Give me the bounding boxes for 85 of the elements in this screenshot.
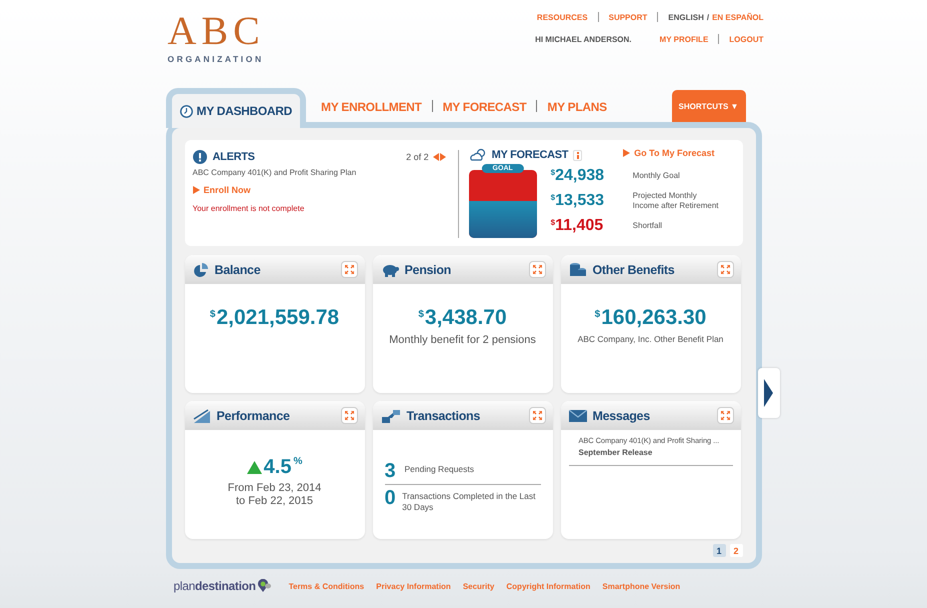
right-arrow-icon	[440, 153, 446, 161]
performance-value: 4.5	[264, 456, 292, 479]
page-counter: 2 of 2	[406, 152, 429, 162]
expand-icon	[532, 265, 542, 274]
nav-tab[interactable]: MY FORECAST	[442, 100, 526, 122]
header-link[interactable]: LOGOUT	[729, 34, 764, 44]
shortcuts-button[interactable]: SHORTCUTS ▼	[672, 90, 746, 122]
footer-link[interactable]: Terms & Conditions	[288, 582, 364, 590]
expand-icon	[344, 265, 354, 274]
amount-value: $160,263.30	[594, 306, 706, 330]
user-greeting: HI MICHAEL ANDERSON.	[535, 34, 632, 44]
expand-icon	[532, 411, 542, 420]
count-value: 0	[384, 488, 396, 508]
card-title: Other Benefits	[592, 262, 676, 276]
info-icon	[576, 152, 579, 158]
expand-button[interactable]	[716, 261, 734, 278]
card-title: Pension	[404, 262, 452, 276]
amount-note: ABC Company, Inc. Other Benefit Plan	[578, 334, 724, 344]
previous-button[interactable]	[432, 153, 439, 161]
footer-link[interactable]: Copyright Information	[506, 582, 590, 590]
warning-message: Your enrollment is not complete	[192, 204, 306, 213]
forecast-label: Shortfall	[632, 220, 664, 230]
nav-tab[interactable]: MY PLANS	[547, 100, 607, 122]
card-title: Performance	[216, 408, 291, 422]
forecast-amount: $24,938	[550, 166, 606, 184]
section-title: MY FORECAST	[492, 149, 568, 161]
expand-button[interactable]	[528, 261, 546, 278]
forecast-amount: $13,533	[550, 192, 606, 210]
slash-separator: /	[706, 12, 710, 22]
forecast-label: Monthly Goal	[632, 170, 681, 180]
forecast-link[interactable]: Go To My Forecast	[634, 148, 714, 158]
header-link[interactable]: MY PROFILE	[660, 34, 708, 44]
percent-sign: %	[293, 456, 302, 467]
info-button[interactable]	[573, 150, 582, 160]
page-button[interactable]: 1	[712, 544, 726, 557]
enroll-link[interactable]: Enroll Now	[204, 185, 250, 195]
count-value: 3	[384, 461, 397, 481]
count-label: Transactions Completed in the Last 30 Days	[402, 491, 537, 514]
amount-note: Monthly benefit for 2 pensions	[389, 334, 536, 346]
forecast-label: Projected Monthly Income after Retirement	[632, 190, 720, 210]
play-arrow-icon	[192, 186, 200, 194]
expand-button[interactable]	[340, 407, 358, 424]
clock-icon	[180, 104, 192, 118]
page-button[interactable]: 2	[730, 544, 742, 557]
language-link[interactable]: ENGLISH	[668, 12, 704, 22]
header-link[interactable]: RESOURCES	[536, 12, 588, 22]
language-link[interactable]: EN ESPAÑOL	[712, 12, 764, 22]
expand-icon	[720, 411, 730, 420]
section-title: ALERTS	[212, 151, 255, 163]
footer-link[interactable]: Smartphone Version	[602, 582, 680, 590]
plan-name: ABC Company 401(K) and Profit Sharing Plan	[192, 168, 358, 177]
footer-link[interactable]: Privacy Information	[376, 582, 451, 590]
footer-logo-text: plandestination	[174, 579, 256, 593]
expand-icon	[344, 411, 354, 420]
map-pin-icon	[256, 579, 271, 593]
expand-button[interactable]	[528, 407, 546, 424]
piggy-bank-icon	[380, 262, 398, 276]
pie-chart-icon	[192, 262, 208, 278]
left-arrow-icon	[432, 153, 439, 161]
logo-text: ABC	[168, 12, 265, 50]
footer-link[interactable]: Security	[462, 582, 494, 590]
next-button[interactable]	[440, 153, 446, 161]
card-title: Messages	[592, 408, 651, 422]
amount-value: $3,438.70	[418, 306, 507, 330]
expand-icon	[720, 265, 730, 274]
nav-tab[interactable]: MY ENROLLMENT	[321, 100, 422, 122]
card-title: Transactions	[406, 408, 482, 422]
nav-tab[interactable]: MY DASHBOARD	[166, 88, 306, 128]
next-page-button[interactable]	[758, 368, 780, 418]
alert-icon	[192, 150, 206, 164]
date-range: From Feb 23, 2014 to Feb 22, 2015	[228, 482, 322, 508]
card-title: Balance	[214, 262, 262, 276]
amount-value: $2,021,559.78	[210, 306, 340, 330]
header-link[interactable]: SUPPORT	[608, 12, 648, 22]
forecast-amount: $11,405	[550, 216, 604, 234]
count-label: Pending Requests	[404, 464, 474, 476]
cloud-sun-icon	[468, 148, 487, 162]
expand-button[interactable]	[340, 261, 358, 278]
envelope-icon	[568, 410, 586, 422]
logo-subtitle: ORGANIZATION	[168, 54, 264, 64]
bar-chart-icon	[192, 408, 210, 422]
expand-button[interactable]	[716, 407, 734, 424]
play-arrow-icon	[623, 149, 630, 157]
message-title[interactable]: September Release	[574, 448, 726, 457]
right-arrow-icon	[764, 379, 773, 407]
